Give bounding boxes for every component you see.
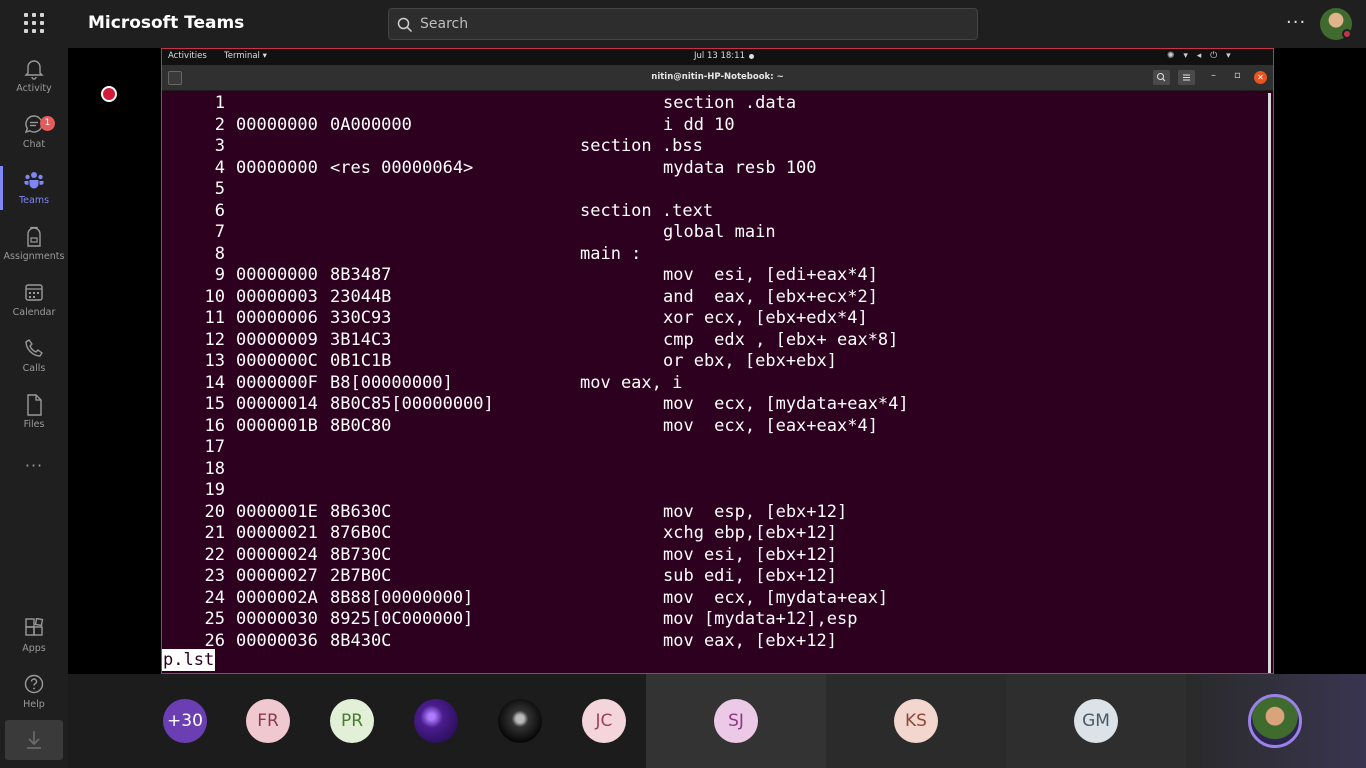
- terminal-app-menu[interactable]: Terminal ▾: [224, 51, 267, 61]
- listing-line: 25 00000030 8925[0C000000] mov [mydata+12],…: [204, 609, 858, 629]
- listing-line: 12 00000009 3B14C3 cmp edx , [ebx+ eax*8]: [204, 329, 899, 350]
- terminal-menu-icon[interactable]: [1178, 70, 1195, 85]
- participant-avatar: KS: [894, 699, 938, 743]
- rail-label: Files: [23, 419, 45, 430]
- minimize-icon[interactable]: –: [1211, 70, 1216, 81]
- desktop-clock[interactable]: Jul 13 18:11: [694, 51, 745, 61]
- calendar-icon: [25, 284, 43, 301]
- bell-icon: [24, 60, 44, 80]
- listing-line: 10 00000003 23044B and eax, [ebx+ecx*2]: [204, 286, 878, 307]
- terminal-search-icon[interactable]: [1153, 70, 1170, 85]
- file-icon: [27, 394, 42, 416]
- rail-label: Assignments: [3, 251, 65, 262]
- listing-line: 11 00000006 330C93 xor ecx, [ebx+edx*4]: [204, 308, 868, 328]
- listing-line: 19: [204, 480, 225, 500]
- activities-button[interactable]: Activities: [168, 51, 207, 61]
- listing-line: 1 section .data: [214, 93, 797, 113]
- listing-line: 17: [204, 437, 225, 457]
- listing-line: 4 00000000 <res 00000064> mydata resb 100: [214, 157, 817, 178]
- self-tile[interactable]: [1186, 674, 1366, 768]
- rail-item-apps[interactable]: Apps: [0, 608, 68, 664]
- participant-photo-avatar[interactable]: [414, 699, 458, 743]
- rail-item-help[interactable]: Help: [0, 664, 68, 720]
- search-box[interactable]: Search: [388, 8, 978, 40]
- listing-line: 20 0000001E 8B630C mov esp, [ebx+12]: [204, 501, 848, 522]
- listing-line: 2 00000000 0A000000 i dd 10: [214, 114, 735, 135]
- overflow-participants-button[interactable]: +30: [163, 699, 207, 743]
- search-input[interactable]: Search: [420, 16, 468, 32]
- participant-tile[interactable]: SJ: [646, 674, 826, 768]
- rail-item-activity[interactable]: Activity: [0, 48, 68, 104]
- rail-item-calls[interactable]: Calls: [0, 328, 68, 384]
- chat-unread-badge: 1: [40, 116, 55, 131]
- rail-label: Calendar: [12, 307, 56, 318]
- listing-line: 15 00000014 8B0C85[00000000] mov ecx, [myda…: [204, 394, 909, 414]
- listing-line: 14 0000000F B8[00000000] mov eax, i: [204, 372, 683, 393]
- rail-label: Teams: [18, 195, 50, 206]
- more-options-icon[interactable]: ···: [1286, 12, 1306, 33]
- search-icon: [397, 17, 413, 33]
- shared-screen: Activities Terminal ▾ Jul 13 18:11 ✺ ▾ ◂…: [161, 48, 1274, 674]
- rail-label: Apps: [22, 643, 46, 654]
- listing-line: 13 0000000C 0B1C1B or ebx, [ebx+ebx]: [204, 351, 837, 371]
- terminal-title: nitin@nitin-HP-Notebook: ~: [651, 72, 784, 82]
- rail-item-calendar[interactable]: Calendar: [0, 272, 68, 328]
- app-launcher-icon[interactable]: [24, 13, 44, 33]
- teams-icon: [24, 172, 44, 189]
- listing-line: 6 section .text: [214, 200, 714, 221]
- notification-dot-icon: [749, 54, 754, 59]
- terminal-scrollbar[interactable]: [1268, 93, 1271, 673]
- listing-line: 16 0000001B 8B0C80 mov ecx, [eax+eax*4]: [204, 415, 878, 436]
- rail-label: Activity: [16, 83, 52, 94]
- participant-avatar: SJ: [714, 699, 758, 743]
- backpack-icon: [27, 226, 41, 247]
- listing-line: 18: [204, 458, 225, 479]
- listing-line: 26 00000036 8B430C mov eax, [ebx+12]: [204, 630, 837, 651]
- rail-label: Chat: [22, 139, 46, 150]
- listing-line: 7 global main: [214, 222, 776, 242]
- listing-line: 9 00000000 8B3487 mov esi, [edi+eax*4]: [214, 265, 878, 285]
- help-icon: [24, 674, 44, 694]
- app-title: Microsoft Teams: [88, 13, 245, 33]
- phone-icon: [25, 339, 43, 357]
- terminal-header-bar: nitin@nitin-HP-Notebook: ~ – ▫ ✕: [162, 65, 1273, 91]
- apps-icon: [25, 618, 44, 636]
- participant-tile[interactable]: GM: [1006, 674, 1186, 768]
- participants-group-tile: +30 FR PR JC: [68, 674, 646, 768]
- download-icon: [27, 731, 41, 749]
- participant-tile[interactable]: KS: [826, 674, 1006, 768]
- maximize-icon[interactable]: ▫: [1234, 70, 1241, 81]
- listing-line: 3 section .bss: [214, 136, 703, 156]
- rail-item-chat[interactable]: 1 Chat: [0, 104, 68, 160]
- rail-item-files[interactable]: Files: [0, 384, 68, 440]
- pager-status-line: p.lst: [162, 649, 216, 671]
- terminal-output[interactable]: 1 section .data 2 00000000 0A000000 i dd 10 …: [162, 91, 1273, 673]
- title-bar: Microsoft Teams Search ···: [0, 0, 1366, 48]
- system-tray-icons[interactable]: ✺ ▾ ◂ ⏻ ▾: [1167, 51, 1234, 61]
- app-bar: Activity 1 Chat Teams Assignments Calend…: [0, 48, 68, 768]
- desktop-top-bar: Activities Terminal ▾ Jul 13 18:11 ✺ ▾ ◂…: [162, 49, 1273, 65]
- presence-busy-icon: [1342, 29, 1352, 39]
- participant-photo-avatar[interactable]: [498, 699, 542, 743]
- participant-avatar[interactable]: JC: [582, 699, 626, 743]
- self-photo-avatar: [1248, 694, 1302, 748]
- recording-indicator-icon: [101, 86, 117, 102]
- rail-item-assignments[interactable]: Assignments: [0, 216, 68, 272]
- listing-line: 5: [214, 179, 225, 199]
- participants-strip: +30 FR PR JC SJ KS GM: [68, 674, 1366, 768]
- listing-line: 24 0000002A 8B88[00000000] mov ecx, [mydata…: [204, 587, 889, 608]
- more-apps-icon[interactable]: ···: [0, 456, 68, 475]
- participant-avatar[interactable]: FR: [246, 699, 290, 743]
- rail-label: Calls: [22, 363, 46, 374]
- listing-line: 23 00000027 2B7B0C sub edi, [ebx+12]: [204, 566, 837, 586]
- rail-item-teams[interactable]: Teams: [0, 160, 68, 216]
- participant-avatar: GM: [1074, 699, 1118, 743]
- rail-label: Help: [23, 699, 45, 710]
- download-button[interactable]: [5, 720, 63, 760]
- listing-line: 8 main :: [214, 243, 642, 264]
- participant-avatar[interactable]: PR: [330, 699, 374, 743]
- close-icon[interactable]: ✕: [1254, 71, 1267, 84]
- listing-line: 21 00000021 876B0C xchg ebp,[ebx+12]: [204, 523, 837, 543]
- listing-line: 22 00000024 8B730C mov esi, [ebx+12]: [204, 544, 837, 565]
